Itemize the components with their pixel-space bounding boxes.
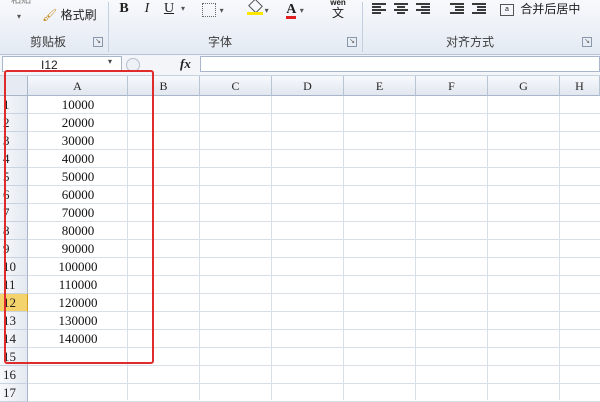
underline-dropdown-icon[interactable]: ▾ [178, 0, 188, 18]
alignment-launcher-icon[interactable]: ↘ [582, 37, 592, 47]
align-right-icon[interactable] [416, 3, 430, 15]
align-left-icon[interactable] [372, 3, 386, 15]
border-dropdown-icon: ▾ [219, 6, 224, 15]
annotation-highlight-box [4, 70, 154, 364]
format-painter-button[interactable]: 🖌 格式刷 [42, 6, 102, 24]
brush-icon: 🖌 [42, 8, 58, 22]
font-launcher-icon[interactable]: ↘ [347, 37, 357, 47]
formula-input[interactable] [200, 56, 600, 72]
group-divider [108, 2, 109, 52]
border-button[interactable]: ▾ [200, 0, 226, 18]
group-label-clipboard: 剪贴板 [29, 35, 66, 49]
column-header-c[interactable]: C [200, 76, 272, 96]
fill-dropdown-icon: ▾ [264, 6, 269, 15]
group-divider [362, 2, 363, 52]
clipboard-launcher-icon[interactable]: ↘ [93, 37, 103, 47]
font-color-button[interactable]: A ▾ [282, 0, 308, 19]
ribbon: 粘贴 ▾ 🖌 格式刷 剪贴板 ↘ B I U ▾ ▾ ▾ A ▾ wén 文 字… [0, 0, 600, 55]
group-label-alignment: 对齐方式 [445, 35, 494, 49]
underline-button[interactable]: U [162, 0, 176, 18]
column-header-h[interactable]: H [560, 76, 600, 96]
paint-bucket-icon [247, 0, 264, 15]
merge-center-label: 合并后居中 [520, 2, 581, 16]
row-header-16[interactable]: 16 [0, 366, 28, 384]
decrease-indent-icon[interactable] [450, 3, 464, 15]
phonetic-guide-button[interactable]: wén 文 [324, 0, 352, 20]
column-header-e[interactable]: E [344, 76, 416, 96]
name-box-dropdown-icon[interactable]: ▾ [108, 57, 112, 66]
group-label-font: 字体 [207, 35, 232, 49]
increase-indent-icon[interactable] [472, 3, 486, 15]
merge-center-icon: a [500, 3, 514, 16]
format-painter-label: 格式刷 [60, 8, 97, 22]
fill-color-button[interactable]: ▾ [246, 0, 272, 18]
border-icon [202, 2, 217, 17]
paste-label: 粘贴 [11, 0, 31, 6]
bold-button[interactable]: B [116, 0, 132, 18]
column-header-g[interactable]: G [488, 76, 560, 96]
grid-column-line [559, 96, 560, 400]
grid-row-line [28, 365, 600, 366]
row-header-17[interactable]: 17 [0, 384, 28, 402]
grid-row-line [28, 383, 600, 384]
grid-column-line [415, 96, 416, 400]
font-color-dropdown-icon: ▾ [299, 6, 304, 15]
fx-button[interactable]: fx [180, 56, 191, 72]
grid-column-line [199, 96, 200, 400]
column-header-d[interactable]: D [272, 76, 344, 96]
paste-dropdown-icon[interactable]: ▾ [14, 8, 24, 26]
align-center-icon[interactable] [394, 3, 408, 15]
phonetic-char: 文 [331, 6, 344, 20]
grid-column-line [487, 96, 488, 400]
grid-column-line [343, 96, 344, 400]
column-header-f[interactable]: F [416, 76, 488, 96]
merge-center-button[interactable]: a 合并后居中 [500, 0, 600, 18]
font-color-icon: A [286, 2, 297, 19]
italic-button[interactable]: I [140, 0, 154, 18]
grid-column-line [271, 96, 272, 400]
